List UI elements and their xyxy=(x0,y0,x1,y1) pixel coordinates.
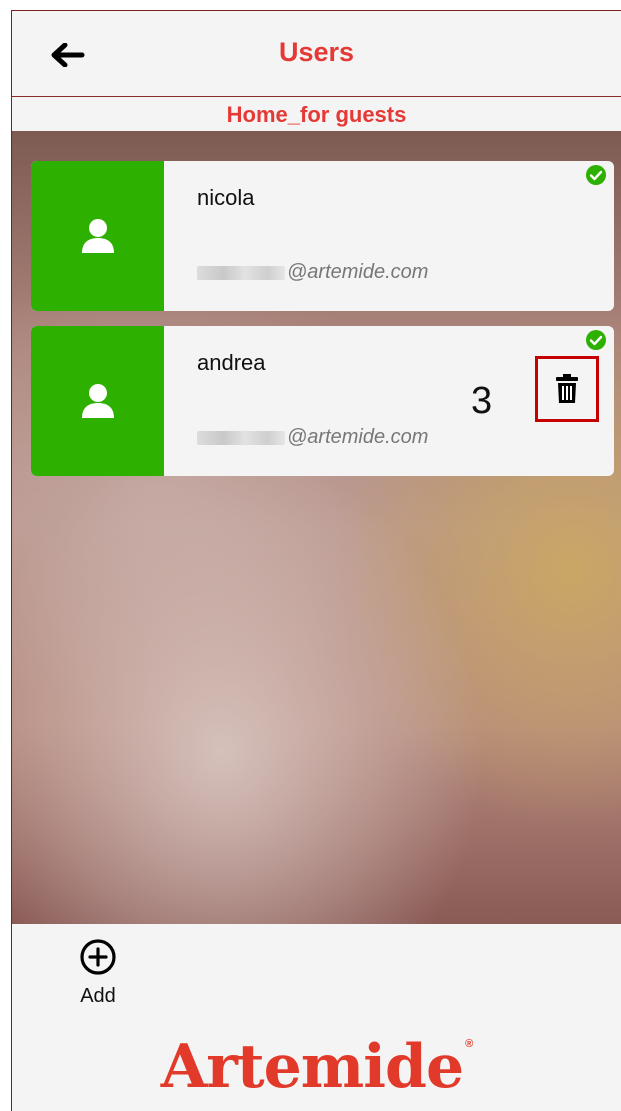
logo-text: Artemide xyxy=(160,1032,464,1102)
person-icon xyxy=(81,219,114,253)
artemide-logo: Artemide ® xyxy=(12,1032,621,1102)
add-label: Add xyxy=(80,985,116,1007)
trash-icon xyxy=(556,374,578,403)
delete-user-button[interactable] xyxy=(535,356,599,422)
top-bar: Users xyxy=(12,11,621,97)
selection-count: 3 xyxy=(471,380,493,422)
page-title: Users xyxy=(278,37,355,67)
user-email: @artemide.com xyxy=(197,426,428,449)
plus-circle-icon xyxy=(80,939,116,975)
user-avatar xyxy=(31,326,164,476)
check-circle-icon xyxy=(586,165,606,185)
user-card-andrea[interactable]: andrea @artemide.com xyxy=(31,326,614,476)
add-user-button[interactable]: Add xyxy=(68,938,128,1018)
user-name: andrea xyxy=(197,350,266,375)
user-email: @artemide.com xyxy=(197,261,428,284)
registered-mark: ® xyxy=(465,1038,473,1050)
blurred-background: nicola @artemide.com andrea @artemide.co… xyxy=(12,131,621,924)
user-avatar xyxy=(31,161,164,311)
check-circle-icon xyxy=(586,330,606,350)
user-name: nicola xyxy=(197,185,255,210)
bottom-bar: Add Artemide ® xyxy=(12,924,621,1111)
user-email-domain: @artemide.com xyxy=(287,426,429,448)
user-email-domain: @artemide.com xyxy=(287,261,429,283)
user-card-nicola[interactable]: nicola @artemide.com xyxy=(31,161,614,311)
app-frame: Users Home_for guests nicola @artemide.c… xyxy=(11,10,621,1111)
redacted-email-prefix xyxy=(197,265,285,280)
redacted-email-prefix xyxy=(197,430,285,445)
person-icon xyxy=(81,384,114,418)
home-name-label: Home_for guests xyxy=(12,98,621,131)
